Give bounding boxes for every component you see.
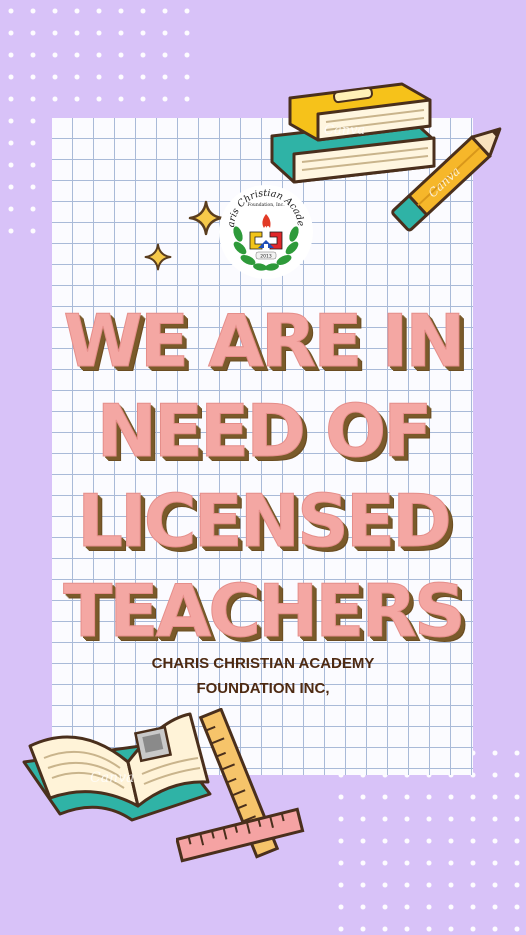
organization-line: FOUNDATION INC, [196,680,330,697]
pencil-icon: Canva [391,127,502,232]
logo-year: 2013 [260,254,272,260]
canva-watermark: Canva [324,123,365,138]
headline-line: TEACHERS [63,569,467,654]
headline-line: WE ARE IN [63,299,466,384]
school-logo: Charis Christian Academy Foundation, Inc… [211,174,316,282]
logo-sub-arc: Foundation, Inc. [247,202,285,208]
headline-line: NEED OF [96,389,433,474]
headline-line: LICENSED [77,479,453,564]
ruler-icon [176,708,305,863]
organization-line: CHARIS CHRISTIAN ACADEMY [151,655,375,672]
headline: WE ARE IN NEED OF LICENSED TEACHERS [0,296,526,656]
sparkle-icon [144,243,172,271]
organization-name: CHARIS CHRISTIAN ACADEMY FOUNDATION INC, [0,651,526,701]
canva-watermark: Canva [90,770,134,786]
